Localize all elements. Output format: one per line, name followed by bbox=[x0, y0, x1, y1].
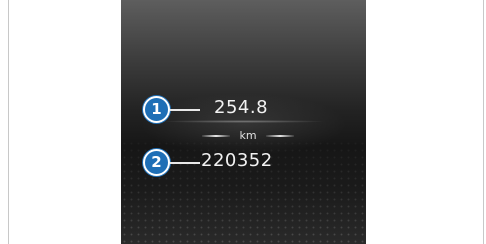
instrument-display: 1 254.8 km 2 220352 bbox=[121, 0, 366, 244]
callout-leader-2 bbox=[170, 162, 200, 164]
callout-marker-2: 2 bbox=[143, 149, 170, 176]
unit-dash-left bbox=[202, 135, 230, 137]
horizon-glow bbox=[161, 120, 326, 123]
unit-dash-right bbox=[266, 135, 294, 137]
total-distance-value: 220352 bbox=[201, 150, 273, 171]
unit-row: km bbox=[188, 128, 308, 144]
callout-marker-1: 1 bbox=[143, 96, 170, 123]
distance-unit: km bbox=[239, 129, 257, 142]
trip-distance-value: 254.8 bbox=[214, 97, 269, 118]
callout-leader-1 bbox=[170, 109, 200, 111]
